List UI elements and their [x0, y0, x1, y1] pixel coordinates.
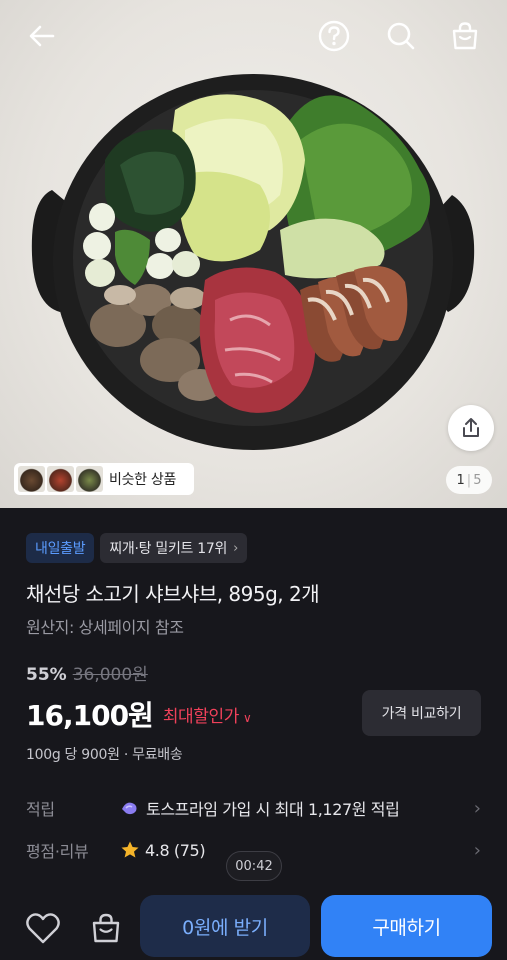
compare-price-button[interactable]: 가격 비교하기	[362, 690, 481, 736]
chevron-right-icon: ›	[473, 797, 481, 819]
star-icon	[121, 841, 139, 858]
similar-thumbnail	[76, 466, 103, 492]
points-value-wrap: 토스프라임 가입 시 최대 1,127원 적립	[120, 796, 400, 820]
product-tags: 내일출발 찌개·탕 밀키트 17위 ›	[26, 533, 247, 563]
similar-products-button[interactable]: 비슷한 상품	[14, 463, 194, 495]
max-discount-label: 최대할인가	[162, 706, 240, 727]
get-for-free-button[interactable]: 0원에 받기	[140, 895, 310, 957]
points-row[interactable]: 적립 토스프라임 가입 시 최대 1,127원 적립 ›	[26, 793, 481, 823]
points-label: 적립	[26, 800, 55, 819]
share-button[interactable]	[448, 405, 494, 451]
counter-total: 5	[473, 472, 482, 488]
counter-separator: |	[466, 472, 472, 488]
chevron-right-icon: ›	[473, 839, 481, 861]
price-row: 16,100원 최대할인가 ∨	[26, 694, 252, 734]
sale-price: 16,100원	[26, 699, 154, 732]
shopping-bag-icon	[92, 913, 120, 943]
similar-thumbnail	[47, 466, 74, 492]
chevron-down-icon: ∨	[243, 710, 252, 725]
favorite-button[interactable]	[23, 908, 63, 948]
search-icon[interactable]	[381, 16, 421, 56]
back-arrow-icon[interactable]	[22, 16, 62, 56]
similar-products-label: 비슷한 상품	[109, 472, 177, 488]
tag-label: 찌개·탕 밀키트 17위	[109, 541, 228, 557]
add-to-cart-button[interactable]	[86, 908, 126, 948]
unit-price-shipping: 100g 당 900원 · 무료배송	[26, 747, 183, 763]
product-photo	[31, 74, 475, 450]
discount-row: 55% 36,000원	[26, 660, 148, 685]
rating-value: 4.8 (75)	[145, 840, 206, 860]
heart-icon	[26, 913, 60, 944]
max-discount-toggle[interactable]: 최대할인가 ∨	[163, 702, 252, 727]
recording-timer: 00:42	[226, 851, 282, 881]
tag-ranking[interactable]: 찌개·탕 밀키트 17위 ›	[100, 533, 247, 563]
rating-value-wrap: 4.8 (75)	[120, 840, 206, 860]
toss-prime-icon	[122, 802, 137, 815]
points-value: 토스프라임 가입 시 최대 1,127원 적립	[146, 800, 400, 819]
rating-label: 평점·리뷰	[26, 842, 89, 861]
image-counter: 1 | 5	[446, 466, 492, 494]
counter-current: 1	[456, 472, 465, 488]
shopping-bag-icon[interactable]	[445, 16, 485, 56]
product-origin: 원산지: 상세페이지 참조	[26, 618, 184, 637]
discount-percent: 55%	[26, 665, 67, 685]
buy-button[interactable]: 구매하기	[321, 895, 492, 957]
share-icon	[463, 418, 479, 437]
product-title: 채선당 소고기 샤브샤브, 895g, 2개	[26, 582, 320, 606]
top-navigation	[0, 0, 507, 72]
product-image-gallery[interactable]: 비슷한 상품 1 | 5	[0, 0, 507, 508]
similar-thumbnail	[18, 466, 45, 492]
tag-next-day-shipping: 내일출발	[26, 533, 95, 563]
original-price: 36,000원	[72, 665, 148, 685]
tag-label: 내일출발	[35, 541, 86, 557]
help-icon[interactable]	[314, 16, 354, 56]
similar-thumbnails	[18, 466, 103, 492]
chevron-right-icon: ›	[233, 540, 238, 556]
